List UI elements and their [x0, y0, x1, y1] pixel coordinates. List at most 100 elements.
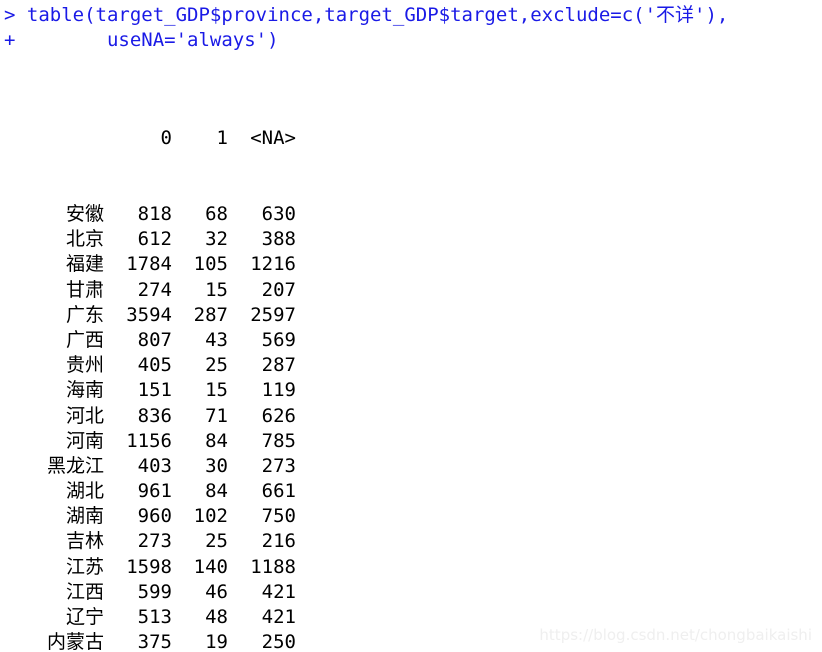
row-label: 北京: [65, 228, 104, 251]
row-label: 内蒙古: [46, 631, 104, 652]
r-console-output: > table(target_GDP$province,target_GDP$t…: [0, 0, 822, 652]
table-cell: 151: [137, 379, 172, 402]
table-cell: 960: [137, 505, 172, 528]
table-row: 江苏 1598 140 1188: [0, 555, 822, 580]
table-row: 福建 1784 105 1216: [0, 252, 822, 277]
table-cell: 43: [205, 328, 228, 351]
table-cell: 19: [205, 631, 228, 652]
table-row: 安徽 818 68 630: [0, 202, 822, 227]
table-cell: 32: [205, 228, 228, 251]
table-cell: 273: [261, 454, 296, 477]
row-label: 贵州: [65, 354, 104, 377]
row-label: 辽宁: [65, 606, 104, 628]
table-cell: 25: [205, 354, 228, 377]
table-cell: 15: [205, 278, 228, 301]
table-cell: 119: [261, 379, 296, 402]
contingency-table: 0 1 <NA> 安徽 818 68 630 北京 612 32 388 福建 1784 105 12…: [0, 76, 822, 652]
table-cell: 1188: [250, 555, 296, 578]
command-line-prompt: > table(target_GDP$province,target_GDP$t…: [4, 4, 729, 26]
table-cell: 403: [137, 454, 172, 477]
table-cell: 25: [205, 530, 228, 553]
table-cell: 661: [261, 480, 296, 503]
table-row: 海南 151 15 119: [0, 378, 822, 403]
table-cell: 216: [261, 530, 296, 553]
table-cell: 569: [261, 328, 296, 351]
table-row: 湖南 960 102 750: [0, 504, 822, 529]
table-row: 广东 3594 287 2597: [0, 303, 822, 328]
table-cell: 68: [205, 203, 228, 225]
row-label: 河南: [65, 429, 104, 452]
table-cell: 421: [261, 606, 296, 628]
row-label: 湖南: [65, 505, 104, 528]
table-row: 河北 836 71 626: [0, 404, 822, 429]
table-cell: 207: [261, 278, 296, 301]
row-label: 福建: [65, 253, 104, 276]
table-cell: 273: [137, 530, 172, 553]
table-cell: 287: [261, 354, 296, 377]
command-line-continuation: + useNA='always'): [4, 29, 279, 51]
table-row: 黑龙江 403 30 273: [0, 454, 822, 479]
table-cell: 599: [137, 580, 172, 603]
table-cell: 71: [205, 404, 228, 427]
table-row: 广西 807 43 569: [0, 328, 822, 353]
table-header-row: 0 1 <NA>: [0, 126, 822, 151]
table-cell: 1216: [250, 253, 296, 276]
row-label: 广东: [65, 303, 104, 326]
table-cell: 1784: [126, 253, 172, 276]
row-label: 江苏: [65, 555, 104, 578]
table-row: 河南 1156 84 785: [0, 429, 822, 454]
table-cell: 388: [261, 228, 296, 251]
table-cell: 1598: [126, 555, 172, 578]
table-cell: 1156: [126, 429, 172, 452]
table-cell: 287: [193, 303, 228, 326]
table-cell: 626: [261, 404, 296, 427]
table-row: 江西 599 46 421: [0, 580, 822, 605]
table-cell: 807: [137, 328, 172, 351]
table-row: 北京 612 32 388: [0, 227, 822, 252]
column-header-na: <NA>: [250, 127, 296, 150]
table-row: 吉林 273 25 216: [0, 529, 822, 554]
row-label: 吉林: [65, 530, 104, 553]
table-cell: 102: [193, 505, 228, 528]
table-cell: 46: [205, 580, 228, 603]
table-row: 甘肃 274 15 207: [0, 278, 822, 303]
command-block: > table(target_GDP$province,target_GDP$t…: [0, 0, 822, 53]
table-cell: 961: [137, 480, 172, 503]
table-cell: 405: [137, 354, 172, 377]
csdn-watermark: https://blog.csdn.net/chongbaikaishi: [539, 626, 812, 644]
table-cell: 818: [137, 203, 172, 225]
table-cell: 30: [205, 454, 228, 477]
row-label: 广西: [65, 328, 104, 351]
table-cell: 105: [193, 253, 228, 276]
row-label: 河北: [65, 404, 104, 427]
table-cell: 421: [261, 580, 296, 603]
column-header-0: 0: [160, 127, 172, 150]
table-cell: 274: [137, 278, 172, 301]
table-cell: 3594: [126, 303, 172, 326]
row-label: 湖北: [65, 480, 104, 503]
table-cell: 15: [205, 379, 228, 402]
table-cell: 513: [137, 606, 172, 628]
row-label: 安徽: [65, 203, 104, 225]
row-label: 甘肃: [65, 278, 104, 301]
table-body: 安徽 818 68 630 北京 612 32 388 福建 1784 105 1216 甘肃 274 15…: [0, 202, 822, 652]
table-cell: 836: [137, 404, 172, 427]
table-cell: 84: [205, 429, 228, 452]
table-row: 湖北 961 84 661: [0, 479, 822, 504]
output-spacer: [0, 53, 822, 76]
table-cell: 84: [205, 480, 228, 503]
table-row: 贵州 405 25 287: [0, 353, 822, 378]
table-cell: 2597: [250, 303, 296, 326]
table-cell: 250: [261, 631, 296, 652]
table-cell: 375: [137, 631, 172, 652]
table-cell: 630: [261, 203, 296, 225]
table-cell: 48: [205, 606, 228, 628]
row-label: 江西: [65, 580, 104, 603]
table-cell: 140: [193, 555, 228, 578]
row-label: 海南: [65, 379, 104, 402]
table-cell: 785: [261, 429, 296, 452]
column-header-1: 1: [216, 127, 228, 150]
row-label: 黑龙江: [46, 454, 104, 477]
table-cell: 750: [261, 505, 296, 528]
table-cell: 612: [137, 228, 172, 251]
